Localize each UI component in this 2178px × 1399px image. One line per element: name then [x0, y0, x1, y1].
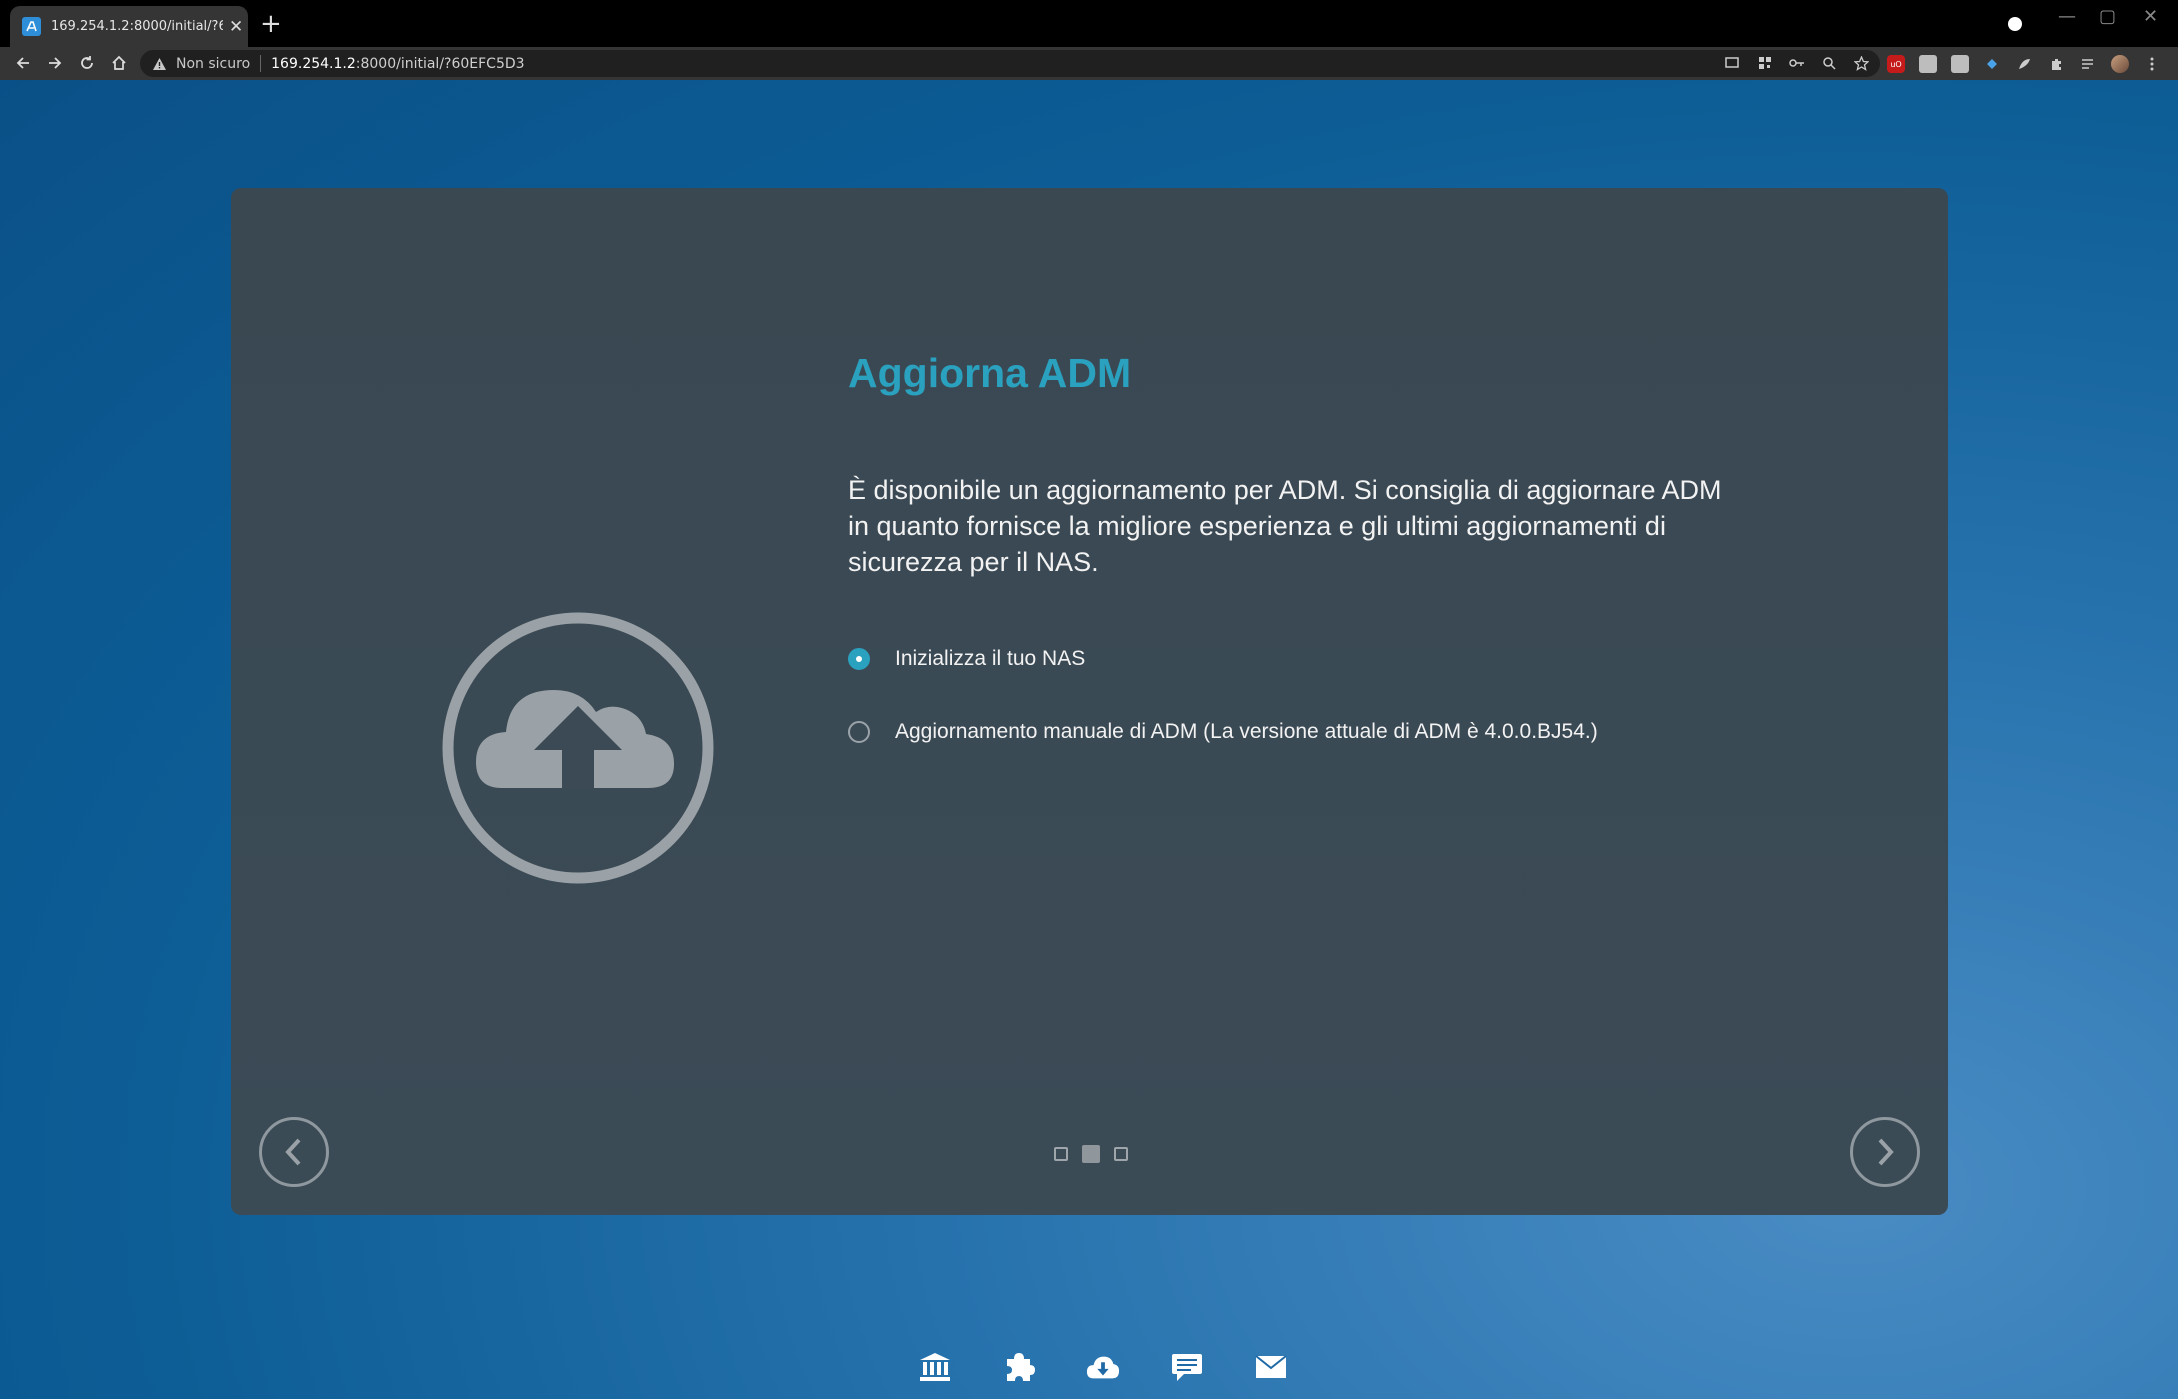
dropbox-icon[interactable]	[1983, 55, 2001, 73]
setup-wizard-panel: Aggiorna ADM È disponibile un aggiorname…	[231, 188, 1948, 1215]
next-button[interactable]	[1850, 1117, 1920, 1187]
cloud-download-icon[interactable]	[1086, 1350, 1120, 1384]
qr-code-icon[interactable]	[1756, 54, 1774, 72]
reload-icon[interactable]	[75, 51, 99, 75]
option-initialize-nas[interactable]: Inizializza il tuo NAS	[848, 647, 1085, 671]
cloud-upload-icon	[442, 612, 714, 884]
tab-title: 169.254.1.2:8000/initial/?60EFC5D3	[51, 19, 223, 34]
forward-arrow-icon[interactable]	[43, 51, 67, 75]
bookmark-star-icon[interactable]	[1852, 54, 1870, 72]
page-dot-active[interactable]	[1082, 1145, 1100, 1163]
close-window-icon[interactable]: ✕	[2143, 6, 2158, 27]
option-label: Inizializza il tuo NAS	[895, 647, 1086, 670]
page-title: Aggiorna ADM	[848, 350, 1132, 396]
site-favicon-icon	[22, 17, 41, 36]
key-icon[interactable]	[1788, 54, 1806, 72]
security-status[interactable]: Non sicuro	[176, 56, 250, 72]
option-label: Aggiornamento manuale di ADM (La version…	[895, 720, 1598, 743]
puzzle-extensions-icon[interactable]	[2047, 55, 2065, 73]
puzzle-icon[interactable]	[1002, 1350, 1036, 1384]
feather-icon[interactable]	[2015, 55, 2033, 73]
cast-icon[interactable]	[1724, 54, 1742, 72]
option-manual-update[interactable]: Aggiornamento manuale di ADM (La version…	[848, 720, 1598, 744]
omnibox-actions	[1724, 54, 1870, 72]
radio-manual-update[interactable]	[848, 721, 870, 743]
bottom-dock	[918, 1350, 1288, 1384]
reading-list-icon[interactable]	[2079, 55, 2097, 73]
chevron-right-icon	[1878, 1138, 1894, 1166]
url-path: :8000/initial/?60EFC5D3	[355, 55, 525, 72]
page-indicator	[1054, 1145, 1128, 1163]
ublock-icon[interactable]: uO	[1887, 55, 1905, 73]
browser-tab[interactable]: 169.254.1.2:8000/initial/?60EFC5D3 ✕	[10, 6, 248, 47]
menu-kebab-icon[interactable]	[2143, 55, 2161, 73]
new-tab-button[interactable]: +	[260, 11, 282, 37]
profile-indicator-icon[interactable]	[2008, 17, 2022, 31]
update-description: È disponibile un aggiornamento per ADM. …	[848, 475, 1722, 577]
extension-icon[interactable]	[1951, 55, 1969, 73]
extension-icon[interactable]	[1919, 55, 1937, 73]
browser-titlebar: 169.254.1.2:8000/initial/?60EFC5D3 ✕ + —…	[0, 0, 2178, 47]
page-dot[interactable]	[1054, 1147, 1068, 1161]
previous-button[interactable]	[259, 1117, 329, 1187]
zoom-icon[interactable]	[1820, 54, 1838, 72]
maximize-icon[interactable]: ▢	[2099, 6, 2116, 27]
extensions-area: uO	[1887, 55, 2161, 73]
back-arrow-icon[interactable]	[11, 51, 35, 75]
url-text[interactable]: 169.254.1.2:8000/initial/?60EFC5D3	[271, 56, 524, 72]
minimize-icon[interactable]: —	[2058, 6, 2076, 27]
url-host: 169.254.1.2	[271, 55, 356, 72]
omnibox-separator	[260, 55, 262, 72]
avatar[interactable]	[2111, 55, 2129, 73]
mail-icon[interactable]	[1254, 1350, 1288, 1384]
page-dot[interactable]	[1114, 1147, 1128, 1161]
warning-icon[interactable]	[152, 56, 168, 72]
chevron-left-icon	[285, 1138, 301, 1166]
radio-initialize-nas[interactable]	[848, 648, 870, 670]
browser-toolbar: Non sicuro 169.254.1.2:8000/initial/?60E…	[0, 47, 2178, 80]
chat-icon[interactable]	[1170, 1350, 1204, 1384]
home-icon[interactable]	[107, 51, 131, 75]
bank-icon[interactable]	[918, 1350, 952, 1384]
address-bar[interactable]: Non sicuro 169.254.1.2:8000/initial/?60E…	[140, 50, 1880, 77]
tab-close-icon[interactable]: ✕	[229, 17, 243, 37]
